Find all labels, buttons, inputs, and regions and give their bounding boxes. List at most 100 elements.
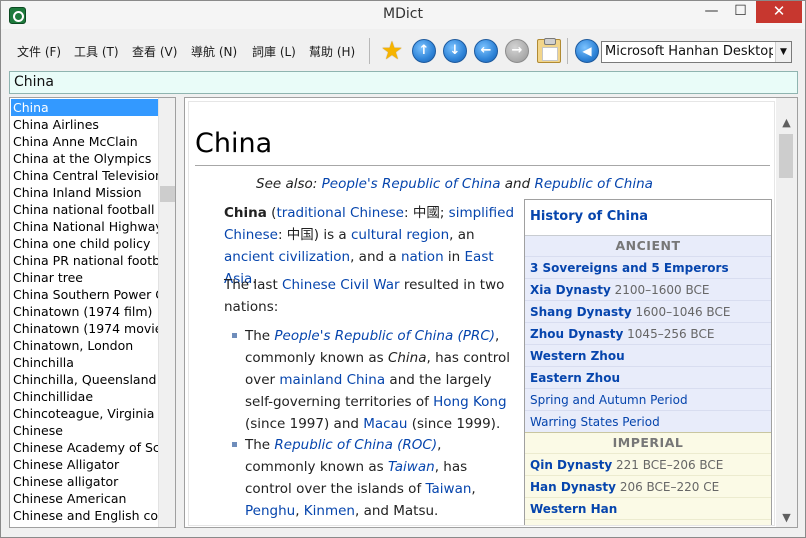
speaker-icon[interactable]: ◀ xyxy=(575,39,599,63)
menu-view[interactable]: 查看 (V) xyxy=(132,43,177,60)
title-bar[interactable]: MDict — ☐ ✕ xyxy=(1,1,805,29)
word-list-item[interactable]: Chinchilla xyxy=(11,354,158,371)
infobox-row[interactable]: Eastern Zhou xyxy=(525,366,771,388)
infobox-row[interactable]: Han Dynasty 206 BCE–220 CE xyxy=(525,475,771,497)
word-list-item[interactable]: China one child policy xyxy=(11,235,158,252)
infobox-row-name[interactable]: Zhou Dynasty xyxy=(530,327,623,341)
word-list-item[interactable]: Chinese American xyxy=(11,490,158,507)
word-list-item[interactable]: Chinese xyxy=(11,422,158,439)
word-list-item[interactable]: Chinchillidae xyxy=(11,388,158,405)
up-arrow-icon[interactable]: ↑ xyxy=(412,39,436,63)
infobox-row-name[interactable]: Eastern Zhou xyxy=(530,371,620,385)
word-list-item[interactable]: China national football te xyxy=(11,201,158,218)
infobox-row-name[interactable]: Western Zhou xyxy=(530,349,625,363)
minimize-button[interactable]: — xyxy=(698,1,725,23)
infobox-row[interactable]: 3 Sovereigns and 5 Emperors xyxy=(525,256,771,278)
link-prc-full[interactable]: People's Republic of China (PRC) xyxy=(274,328,495,344)
close-button[interactable]: ✕ xyxy=(756,1,802,23)
word-list-scroll-thumb[interactable] xyxy=(160,186,175,202)
infobox-row-name[interactable]: 3 Sovereigns and 5 Emperors xyxy=(530,261,729,275)
infobox-row-name[interactable]: Xin Dynasty xyxy=(530,524,602,525)
word-list-item[interactable]: Chinchilla, Queensland xyxy=(11,371,158,388)
chevron-down-icon[interactable]: ▼ xyxy=(775,42,791,62)
word-list-item[interactable]: Chinese Academy of Scie xyxy=(11,439,158,456)
word-list-item[interactable]: China Southern Power G xyxy=(11,286,158,303)
word-list-item[interactable]: Chinatown (1974 movie) xyxy=(11,320,158,337)
link-ancient-civilization[interactable]: ancient civilization xyxy=(224,249,350,265)
word-list-item[interactable]: China Central Television xyxy=(11,167,158,184)
word-list-item[interactable]: China PR national footba xyxy=(11,252,158,269)
star-icon[interactable]: ★ xyxy=(380,38,404,63)
link-macau[interactable]: Macau xyxy=(363,416,407,432)
infobox-row-name[interactable]: Han Dynasty xyxy=(530,480,616,494)
word-list-scrollbar[interactable] xyxy=(158,98,175,527)
link-nation[interactable]: nation xyxy=(401,249,444,265)
menu-file[interactable]: 文件 (F) xyxy=(17,43,61,60)
infobox-row[interactable]: Shang Dynasty 1600–1046 BCE xyxy=(525,300,771,322)
word-list-item[interactable]: Chincoteague, Virginia xyxy=(11,405,158,422)
link-penghu[interactable]: Penghu xyxy=(245,503,295,519)
menu-help[interactable]: 幫助 (H) xyxy=(309,43,355,60)
infobox-row-name[interactable]: Shang Dynasty xyxy=(530,305,632,319)
word-list-item[interactable]: China xyxy=(11,99,158,116)
civil-war-paragraph: The last Chinese Civil War resulted in t… xyxy=(224,274,516,318)
link-roc[interactable]: Republic of China xyxy=(534,176,652,192)
article-pane: China See also: People's Republic of Chi… xyxy=(184,97,798,528)
word-list-item[interactable]: Chinatown (1974 film) xyxy=(11,303,158,320)
infobox-row-name[interactable]: Spring and Autumn Period xyxy=(530,393,688,407)
menu-tools[interactable]: 工具 (T) xyxy=(74,43,119,60)
infobox-row[interactable]: Zhou Dynasty 1045–256 BCE xyxy=(525,322,771,344)
menu-library[interactable]: 詞庫 (L) xyxy=(252,43,296,60)
infobox-row[interactable]: Xin Dynasty xyxy=(525,519,771,525)
word-list-items: China China Airlines China Anne McClain Chi… xyxy=(11,99,158,524)
infobox-row-name[interactable]: Warring States Period xyxy=(530,415,660,429)
title-divider xyxy=(195,165,770,166)
infobox-row[interactable]: Qin Dynasty 221 BCE–206 BCE xyxy=(525,453,771,475)
link-kinmen[interactable]: Kinmen xyxy=(304,503,355,519)
infobox-row[interactable]: Xia Dynasty 2100–1600 BCE xyxy=(525,278,771,300)
maximize-button[interactable]: ☐ xyxy=(727,1,754,23)
infobox-title[interactable]: History of China xyxy=(525,200,771,236)
voice-select[interactable]: Microsoft Hanhan Desktop - C ▼ xyxy=(601,41,792,63)
mdict-window: MDict — ☐ ✕ 文件 (F) 工具 (T) 查看 (V) 導航 (N) … xyxy=(0,0,806,538)
forward-arrow-icon[interactable]: → xyxy=(505,39,529,63)
link-roc-full[interactable]: Republic of China (ROC) xyxy=(274,437,437,453)
word-list-item[interactable]: China Anne McClain xyxy=(11,133,158,150)
infobox-row[interactable]: Western Zhou xyxy=(525,344,771,366)
word-list-item[interactable]: Chinese alligator xyxy=(11,473,158,490)
clipboard-icon[interactable] xyxy=(537,38,561,63)
menu-navigate[interactable]: 導航 (N) xyxy=(191,43,237,60)
word-list-item[interactable]: China at the Olympics xyxy=(11,150,158,167)
infobox-row[interactable]: Spring and Autumn Period xyxy=(525,388,771,410)
link-traditional-chinese[interactable]: traditional Chinese xyxy=(276,205,404,221)
down-arrow-icon[interactable]: ↓ xyxy=(443,39,467,63)
link-hong-kong[interactable]: Hong Kong xyxy=(433,394,506,410)
scroll-down-icon[interactable]: ▼ xyxy=(776,509,797,527)
link-taiwan-italic[interactable]: Taiwan xyxy=(388,459,435,475)
article-scroll-thumb[interactable] xyxy=(779,134,793,178)
word-list[interactable]: China China Airlines China Anne McClain Chi… xyxy=(9,97,176,528)
infobox-row-name[interactable]: Xia Dynasty xyxy=(530,283,611,297)
link-chinese-civil-war[interactable]: Chinese Civil War xyxy=(282,277,400,293)
infobox-row[interactable]: Western Han xyxy=(525,497,771,519)
word-list-item[interactable]: Chinese and English com xyxy=(11,507,158,524)
infobox-row[interactable]: Warring States Period xyxy=(525,410,771,432)
word-list-item[interactable]: Chinar tree xyxy=(11,269,158,286)
back-arrow-icon[interactable]: ← xyxy=(474,39,498,63)
link-taiwan[interactable]: Taiwan xyxy=(426,481,472,497)
infobox-row-name[interactable]: Qin Dynasty xyxy=(530,458,612,472)
link-prc[interactable]: People's Republic of China xyxy=(322,176,501,192)
link-mainland-china[interactable]: mainland China xyxy=(279,372,385,388)
word-list-item[interactable]: China National Highway xyxy=(11,218,158,235)
word-list-item[interactable]: China Airlines xyxy=(11,116,158,133)
infobox-row-name[interactable]: Western Han xyxy=(530,502,617,516)
search-input[interactable]: China xyxy=(9,71,798,94)
word-list-item[interactable]: Chinese Alligator xyxy=(11,456,158,473)
word-list-item[interactable]: China Inland Mission xyxy=(11,184,158,201)
link-cultural-region[interactable]: cultural region xyxy=(351,227,449,243)
pane-splitter[interactable] xyxy=(176,97,184,528)
word-list-item[interactable]: Chinatown, London xyxy=(11,337,158,354)
scroll-up-icon[interactable]: ▲ xyxy=(776,114,797,132)
article-scrollbar[interactable]: ▲ ▼ xyxy=(776,98,797,527)
text: The xyxy=(245,437,275,453)
